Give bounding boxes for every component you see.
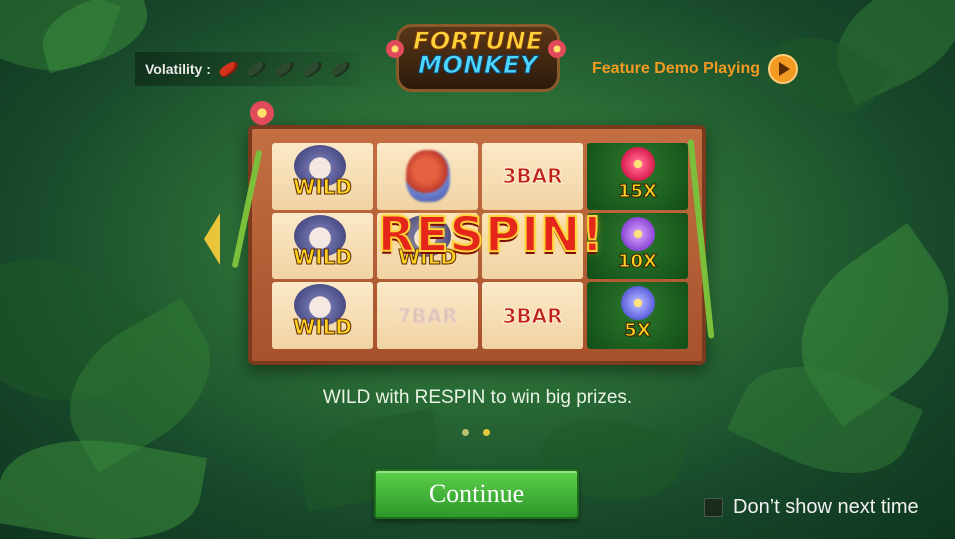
chili-pepper-icon [217, 59, 240, 79]
page-dot[interactable] [462, 429, 469, 436]
reel-cell-wild: WILD [272, 282, 373, 350]
continue-button[interactable]: Continue [374, 469, 579, 519]
respin-banner: RESPIN! [377, 206, 605, 264]
volatility-label: Volatility : [145, 61, 211, 77]
chili-pepper-icon [329, 59, 352, 79]
previous-page-arrow-icon[interactable] [204, 213, 226, 265]
slot-board: WILD WILD WILD WILD 7BAR 3BAR 3BAR 15X 1… [231, 101, 715, 365]
chili-pepper-icon [245, 59, 268, 79]
chili-pepper-icon [301, 59, 324, 79]
page-indicator [462, 429, 490, 436]
dont-show-option[interactable]: Don’t show next time [704, 496, 919, 519]
flower-icon [620, 147, 655, 181]
game-logo: FORTUNE MONKEY [386, 18, 568, 96]
reel-cell-7bar: 7BAR [377, 282, 478, 350]
reel-cell-parrot [377, 143, 478, 210]
logo-text-fortune: FORTUNE [412, 27, 544, 56]
feature-demo-indicator[interactable]: Feature Demo Playing [592, 54, 799, 84]
reel-cell-3bar: 3BAR [482, 143, 583, 210]
dont-show-checkbox[interactable] [704, 498, 723, 517]
multiplier-cell: 5X [587, 282, 688, 350]
play-icon[interactable] [768, 54, 799, 84]
flower-icon [620, 286, 655, 321]
logo-text-monkey: MONKEY [418, 51, 538, 80]
page-dot-active[interactable] [483, 429, 490, 436]
parrot-icon [405, 150, 450, 203]
chili-pepper-icon [273, 59, 296, 79]
reel-cell-3bar: 3BAR [482, 282, 583, 350]
tutorial-description: WILD with RESPIN to win big prizes. [322, 387, 633, 408]
reel-cell-wild: WILD [272, 143, 373, 210]
hibiscus-icon [250, 101, 274, 125]
dont-show-label[interactable]: Don’t show next time [733, 496, 919, 519]
volatility-indicator: Volatility : [135, 52, 360, 86]
multiplier-cell: 15X [587, 143, 688, 210]
feature-demo-label: Feature Demo Playing [592, 60, 761, 77]
